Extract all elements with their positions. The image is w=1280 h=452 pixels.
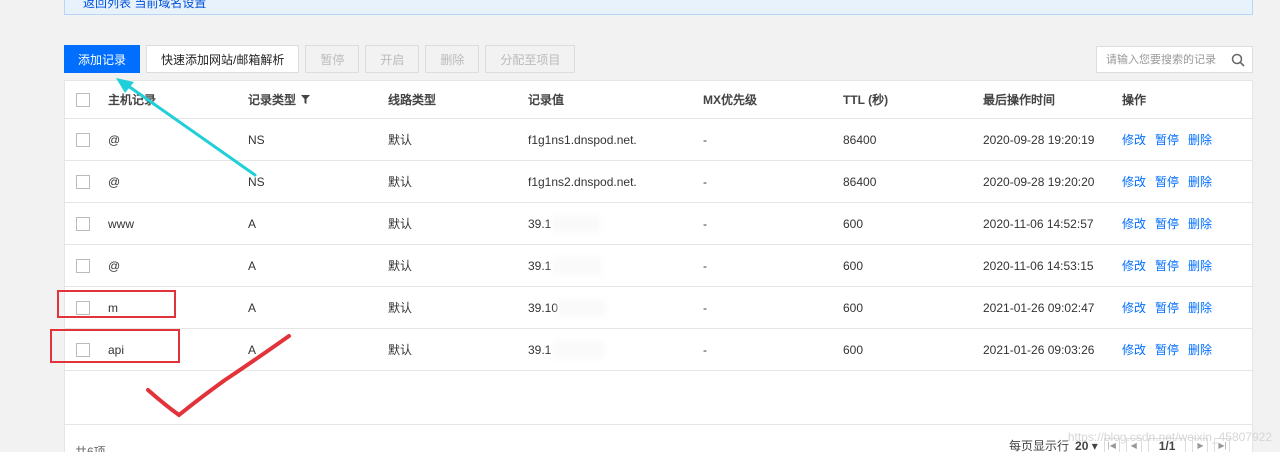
annotation-overlay bbox=[116, 78, 291, 418]
cyan-arrow-head-icon bbox=[116, 78, 134, 93]
watermark: https://blog.csdn.net/weixin_45807922 bbox=[1067, 430, 1272, 444]
red-checkmark-icon bbox=[146, 334, 291, 418]
cyan-arrow-line bbox=[122, 81, 257, 177]
